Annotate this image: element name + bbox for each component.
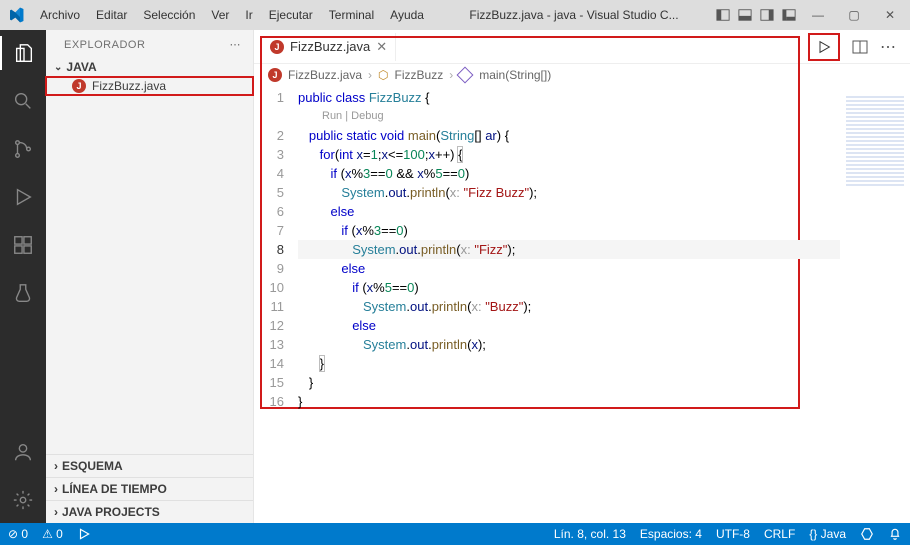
chevron-right-icon: ›	[54, 505, 58, 519]
breadcrumb-method[interactable]: main(String[])	[479, 68, 551, 82]
code-line[interactable]: public class FizzBuzz {	[298, 88, 840, 107]
tab-label: FizzBuzz.java	[290, 39, 370, 54]
breadcrumbs[interactable]: J FizzBuzz.java › ⬡ FizzBuzz › main(Stri…	[254, 64, 910, 88]
code-line[interactable]: if (x%5==0)	[298, 278, 840, 297]
vscode-logo-icon	[6, 7, 26, 23]
maximize-button[interactable]: ▢	[844, 8, 864, 22]
breadcrumb-file[interactable]: FizzBuzz.java	[288, 68, 362, 82]
menu-archivo[interactable]: Archivo	[32, 4, 88, 26]
panel-right-icon[interactable]	[760, 8, 774, 22]
source-control-icon[interactable]	[0, 132, 46, 166]
breadcrumb-class[interactable]: FizzBuzz	[395, 68, 444, 82]
code-line[interactable]: else	[298, 202, 840, 221]
panel-bottom-icon[interactable]	[738, 8, 752, 22]
run-button[interactable]	[808, 33, 840, 61]
code-line[interactable]: if (x%3==0 && x%5==0)	[298, 164, 840, 183]
status-language[interactable]: {} Java	[809, 527, 846, 541]
status-eol[interactable]: CRLF	[764, 527, 795, 541]
java-file-icon: J	[72, 79, 86, 93]
code-line[interactable]: System.out.println(x: "Fizz Buzz");	[298, 183, 840, 202]
accounts-icon[interactable]	[0, 435, 46, 469]
java-file-icon: J	[268, 68, 282, 82]
code-line[interactable]: public static void main(String[] ar) {	[298, 126, 840, 145]
file-item-fizzbuzz[interactable]: J FizzBuzz.java	[46, 77, 253, 95]
project-folder[interactable]: ⌄ JAVA	[46, 57, 253, 77]
status-errors[interactable]: ⊘ 0	[8, 527, 28, 541]
code-line[interactable]: }	[298, 373, 840, 392]
code-line[interactable]: }	[298, 354, 840, 373]
java-projects-section[interactable]: ›JAVA PROJECTS	[46, 500, 253, 523]
chevron-right-icon: ›	[54, 459, 58, 473]
menu-selección[interactable]: Selección	[135, 4, 203, 26]
status-live-share-icon[interactable]	[77, 527, 91, 541]
chevron-down-icon: ⌄	[54, 62, 62, 73]
code-line[interactable]: System.out.println(x: "Buzz");	[298, 297, 840, 316]
status-encoding[interactable]: UTF-8	[716, 527, 750, 541]
layout-customize-icon[interactable]	[782, 8, 796, 22]
editor-group: J FizzBuzz.java ✕ ⋯ J FizzBuzz.java › ⬡ …	[254, 30, 910, 523]
code-line[interactable]: for(int x=1;x<=100;x++) {	[298, 145, 840, 164]
outline-section[interactable]: ›ESQUEMA	[46, 454, 253, 477]
window-controls: ― ▢ ✕	[808, 8, 900, 22]
editor-more-icon[interactable]: ⋯	[880, 37, 896, 57]
testing-icon[interactable]	[0, 276, 46, 310]
status-notifications-icon[interactable]	[888, 527, 902, 541]
explorer-more-icon[interactable]: ⋯	[230, 38, 242, 51]
explorer-title: EXPLORADOR	[64, 39, 145, 51]
split-editor-icon[interactable]	[852, 39, 868, 55]
explorer-sidebar: EXPLORADOR ⋯ ⌄ JAVA J FizzBuzz.java ›ESQ…	[46, 30, 254, 523]
chevron-right-icon: ›	[449, 68, 453, 82]
method-symbol-icon	[457, 67, 474, 84]
class-symbol-icon: ⬡	[378, 68, 388, 82]
code-editor[interactable]: 1 2345678910111213141516 public class Fi…	[254, 88, 840, 523]
window-title: FizzBuzz.java - java - Visual Studio C..…	[432, 8, 716, 22]
chevron-right-icon: ›	[368, 68, 372, 82]
activity-bar	[0, 30, 46, 523]
extensions-icon[interactable]	[0, 228, 46, 262]
timeline-section[interactable]: ›LÍNEA DE TIEMPO	[46, 477, 253, 500]
code-line[interactable]: else	[298, 316, 840, 335]
code-line[interactable]: if (x%3==0)	[298, 221, 840, 240]
panel-left-icon[interactable]	[716, 8, 730, 22]
codelens[interactable]: Run | Debug	[298, 107, 840, 126]
status-bar: ⊘ 0 ⚠ 0 Lín. 8, col. 13 Espacios: 4 UTF-…	[0, 523, 910, 545]
run-debug-icon[interactable]	[0, 180, 46, 214]
minimap[interactable]	[840, 88, 910, 523]
status-warnings[interactable]: ⚠ 0	[42, 527, 63, 541]
menu-ir[interactable]: Ir	[237, 4, 260, 26]
project-folder-label: JAVA	[66, 60, 96, 74]
menu-ver[interactable]: Ver	[203, 4, 237, 26]
search-icon[interactable]	[0, 84, 46, 118]
settings-gear-icon[interactable]	[0, 483, 46, 517]
status-indentation[interactable]: Espacios: 4	[640, 527, 702, 541]
close-button[interactable]: ✕	[880, 8, 900, 22]
file-item-label: FizzBuzz.java	[92, 79, 166, 93]
close-icon[interactable]: ✕	[376, 39, 387, 55]
main-menu: ArchivoEditarSelecciónVerIrEjecutarTermi…	[32, 4, 432, 26]
code-line[interactable]: System.out.println(x);	[298, 335, 840, 354]
menu-terminal[interactable]: Terminal	[321, 4, 382, 26]
editor-tabs: J FizzBuzz.java ✕ ⋯	[254, 30, 910, 64]
menu-editar[interactable]: Editar	[88, 4, 135, 26]
menu-ejecutar[interactable]: Ejecutar	[261, 4, 321, 26]
code-line[interactable]: System.out.println(x: "Fizz");	[298, 240, 840, 259]
status-feedback-icon[interactable]	[860, 527, 874, 541]
minimize-button[interactable]: ―	[808, 8, 828, 22]
chevron-right-icon: ›	[54, 482, 58, 496]
code-line[interactable]: else	[298, 259, 840, 278]
tab-fizzbuzz[interactable]: J FizzBuzz.java ✕	[262, 33, 396, 61]
explorer-icon[interactable]	[0, 36, 46, 70]
layout-controls	[716, 8, 796, 22]
code-line[interactable]: }	[298, 392, 840, 411]
menu-ayuda[interactable]: Ayuda	[382, 4, 432, 26]
title-bar: ArchivoEditarSelecciónVerIrEjecutarTermi…	[0, 0, 910, 30]
status-line-col[interactable]: Lín. 8, col. 13	[554, 527, 626, 541]
java-file-icon: J	[270, 40, 284, 54]
